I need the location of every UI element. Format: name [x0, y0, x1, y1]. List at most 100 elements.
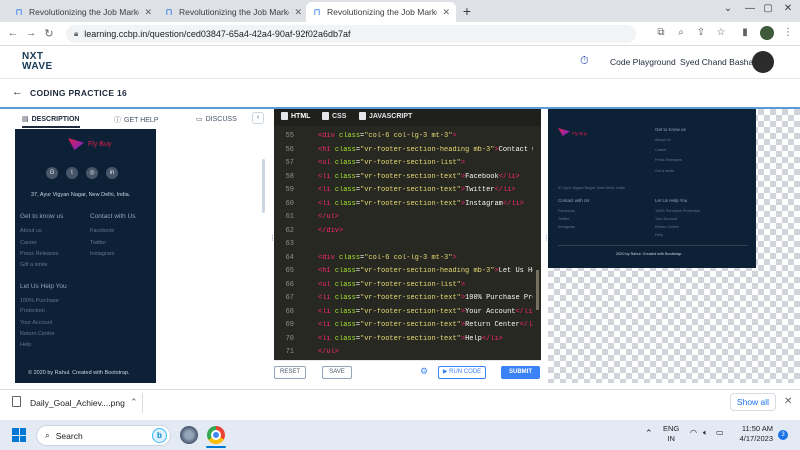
flybuy-brand: Fly Buy — [88, 140, 112, 148]
search-icon: ⌕ — [45, 430, 50, 440]
timer-icon[interactable]: ⏱ — [580, 55, 589, 68]
windows-start-icon[interactable] — [12, 428, 26, 442]
code-line[interactable]: <ul class="vr-footer-section-list"> — [318, 159, 533, 167]
preview-brand: Fly Buy — [572, 131, 588, 136]
line-number: 55 — [285, 132, 294, 140]
gear-icon[interactable]: ⚙ — [420, 366, 428, 377]
code-line[interactable]: </ul> — [318, 348, 533, 356]
url-bar[interactable]: 🔒︎ learning.ccbp.in/question/ced03847-65… — [66, 25, 636, 43]
nxtwave-logo[interactable]: NXT WAVE — [22, 52, 53, 72]
browser-tab-1[interactable]: ⊓ Revolutionizing the Job Market | ✕ — [8, 2, 158, 22]
close-icon[interactable]: ✕ — [294, 7, 302, 18]
notification-badge[interactable]: 3 — [778, 430, 788, 440]
editor-scrollbar[interactable] — [536, 270, 539, 310]
star-icon[interactable]: ☆ — [714, 27, 728, 38]
code-line[interactable]: <li class="vr-footer-section-text">100% … — [318, 294, 533, 302]
minimize-icon[interactable]: — — [740, 3, 760, 14]
close-icon[interactable]: ✕ — [442, 7, 450, 18]
code-line[interactable]: </div> — [318, 227, 533, 235]
lang-code: ENG — [663, 424, 680, 433]
active-app-indicator — [206, 446, 226, 448]
browser-tab-2[interactable]: ⊓ Revolutionizing the Job Market | ✕ — [158, 2, 308, 22]
user-name[interactable]: Syed Chand Basha — [680, 57, 753, 67]
tab-html[interactable]: HTML — [281, 112, 310, 120]
scrollbar[interactable] — [262, 159, 265, 213]
reload-icon[interactable]: ↻ — [42, 27, 56, 40]
time: 11:50 AM — [741, 424, 773, 433]
share-icon[interactable]: ⇪ — [694, 27, 708, 38]
code-line[interactable]: <h1 class="vr-footer-section-heading mb-… — [318, 146, 533, 154]
footer-text: Instagram — [90, 251, 115, 257]
practice-title: CODING PRACTICE 16 — [30, 88, 128, 98]
back-arrow-icon[interactable]: ← — [6, 27, 20, 39]
open-external-icon[interactable]: ⧉ — [654, 27, 668, 38]
profile-avatar[interactable] — [760, 26, 774, 40]
code-line[interactable]: <li class="vr-footer-section-text">Help<… — [318, 335, 533, 343]
line-number: 69 — [285, 321, 294, 329]
back-arrow-icon[interactable]: ← — [12, 86, 23, 98]
battery-icon[interactable]: ▭ — [716, 428, 724, 437]
code-line[interactable]: <li class="vr-footer-section-text">Faceb… — [318, 173, 533, 181]
volume-icon[interactable]: 🔈︎ — [703, 428, 708, 438]
close-icon[interactable]: ✕ — [144, 7, 152, 18]
line-number: 64 — [285, 253, 294, 262]
preview-text: About Us — [655, 138, 671, 142]
run-code-button[interactable]: ▶ RUN CODE — [438, 366, 486, 379]
code-line[interactable]: </ul> — [318, 213, 533, 221]
preview-text: Facebook — [558, 209, 575, 213]
footer-text: Your Account — [20, 320, 53, 326]
code-line[interactable]: <div class="col-6 col-lg-3 mt-3"> — [318, 254, 533, 262]
tab-javascript[interactable]: JAVASCRIPT — [359, 112, 412, 120]
footer-text: Career — [20, 240, 37, 246]
user-avatar[interactable] — [752, 51, 774, 73]
clock[interactable]: 11:50 AM 4/17/2023 — [731, 424, 773, 444]
js-icon — [359, 112, 366, 120]
tab-description[interactable]: ▤ DESCRIPTION — [22, 115, 80, 124]
tab-css[interactable]: CSS — [322, 112, 346, 120]
line-number: 68 — [285, 307, 294, 316]
close-icon[interactable]: ✕ — [784, 396, 792, 407]
reset-button[interactable]: RESET — [274, 366, 306, 379]
code-line[interactable]: <li class="vr-footer-section-text">Insta… — [318, 200, 533, 208]
collapse-panel-button[interactable]: ‹ — [252, 112, 264, 124]
language-indicator[interactable]: ENG IN — [663, 424, 679, 444]
tab-label: DISCUSS — [205, 115, 237, 123]
tab-label: DESCRIPTION — [31, 115, 80, 123]
code-line[interactable]: <li class="vr-footer-section-text">Retur… — [318, 321, 533, 329]
code-line[interactable]: <ul class="vr-footer-section-list"> — [318, 281, 533, 289]
bing-icon[interactable]: b — [152, 428, 167, 443]
code-line[interactable]: <div class="col-6 col-lg-3 mt-3"> — [318, 132, 533, 140]
settings-app-icon[interactable] — [180, 426, 198, 444]
more-menu-icon[interactable]: ⋮ — [781, 27, 795, 38]
tab-get-help[interactable]: ⓘ GET HELP — [114, 115, 159, 125]
chevron-down-icon[interactable]: ⌄ — [718, 3, 738, 14]
forward-arrow-icon[interactable]: → — [24, 27, 38, 39]
help-icon: ⓘ — [114, 117, 121, 124]
preview-text: Press Releases — [655, 158, 682, 162]
maximize-icon[interactable]: ▢ — [758, 3, 778, 14]
book-icon: ▤ — [22, 116, 29, 123]
flybuy-logo: Fly Buy — [68, 138, 111, 150]
drag-handle[interactable]: ⋮ — [543, 235, 550, 249]
submit-button[interactable]: SUBMIT — [501, 366, 540, 379]
chevron-up-icon[interactable]: ⌃ — [130, 397, 138, 408]
line-number: 63 — [285, 240, 294, 248]
browser-tab-3-active[interactable]: ⊓ Revolutionizing the Job Market | ✕ — [306, 2, 456, 22]
code-line[interactable]: <h1 class="vr-footer-section-heading mb-… — [318, 267, 533, 275]
code-playground-link[interactable]: Code Playground — [610, 57, 676, 67]
tab-discuss[interactable]: ▭ DISCUSS — [196, 115, 237, 124]
new-tab-button[interactable]: + — [459, 3, 475, 19]
footer-text: Press Releases — [20, 251, 59, 257]
taskbar-search[interactable]: ⌕ Search — [36, 425, 171, 446]
save-button[interactable]: SAVE — [322, 366, 352, 379]
chevron-up-icon[interactable]: ⌃ — [645, 428, 653, 439]
code-line[interactable]: <li class="vr-footer-section-text">Twitt… — [318, 186, 533, 194]
sidebar-icon[interactable]: ▮ — [738, 27, 752, 38]
zoom-icon[interactable]: ⌕ — [674, 27, 688, 38]
download-filename[interactable]: Daily_Goal_Achiev....png — [30, 398, 125, 408]
show-all-button[interactable]: Show all — [730, 393, 776, 411]
wifi-icon[interactable]: ◠ — [690, 428, 697, 437]
code-line[interactable]: <li class="vr-footer-section-text">Your … — [318, 308, 533, 316]
drag-handle[interactable]: ⋮ — [269, 235, 276, 249]
close-window-icon[interactable]: ✕ — [778, 3, 798, 14]
